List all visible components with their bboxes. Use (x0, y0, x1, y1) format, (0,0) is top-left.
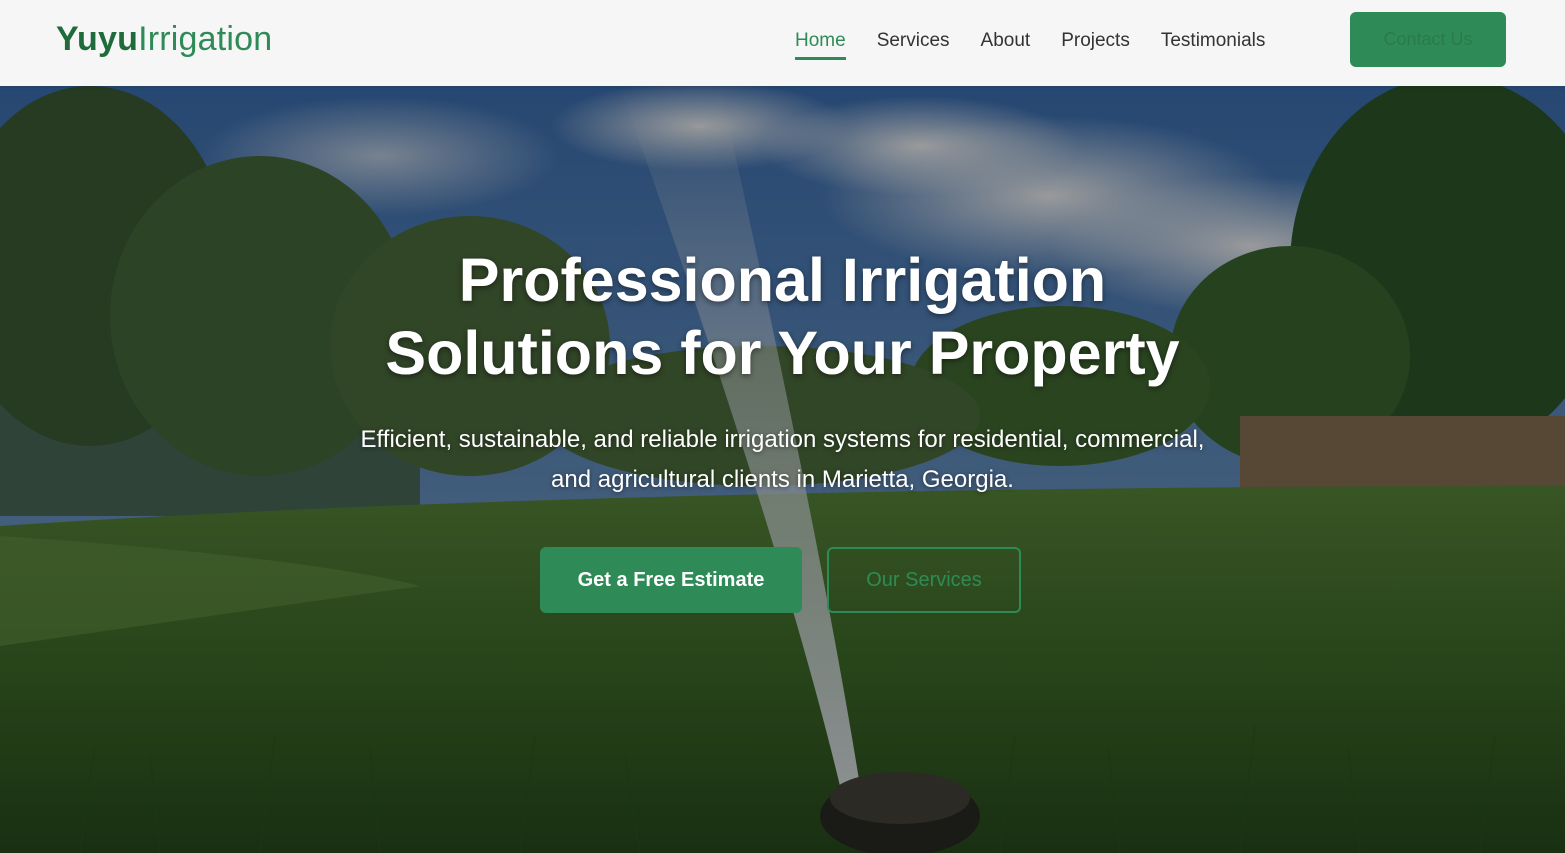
logo-light-text: Irrigation (138, 20, 273, 58)
logo-bold-text: Yuyu (56, 20, 139, 58)
hero-subtitle: Efficient, sustainable, and reliable irr… (0, 420, 1565, 500)
nav-testimonials[interactable]: Testimonials (1161, 30, 1266, 56)
hero-subtitle-line-1: Efficient, sustainable, and reliable irr… (360, 426, 1205, 453)
hero-title-line-1: Professional Irrigation (458, 246, 1107, 314)
main-nav: Home Services About Projects Testimonial… (795, 0, 1296, 86)
nav-projects[interactable]: Projects (1061, 30, 1130, 56)
hero-subtitle-line-2: and agricultural clients in Marietta, Ge… (551, 466, 1014, 493)
contact-us-button[interactable]: Contact Us (1350, 12, 1506, 67)
hero-section: Professional Irrigation Solutions for Yo… (0, 86, 1565, 853)
hero-title: Professional Irrigation Solutions for Yo… (0, 244, 1565, 390)
nav-about[interactable]: About (981, 30, 1031, 56)
our-services-button[interactable]: Our Services (827, 547, 1021, 613)
free-estimate-button[interactable]: Get a Free Estimate (540, 547, 802, 613)
site-header: YuyuIrrigation Home Services About Proje… (0, 0, 1565, 86)
nav-home[interactable]: Home (795, 30, 846, 60)
site-logo[interactable]: YuyuIrrigation (56, 20, 272, 59)
hero-title-line-2: Solutions for Your Property (385, 319, 1180, 387)
nav-services[interactable]: Services (877, 30, 950, 56)
